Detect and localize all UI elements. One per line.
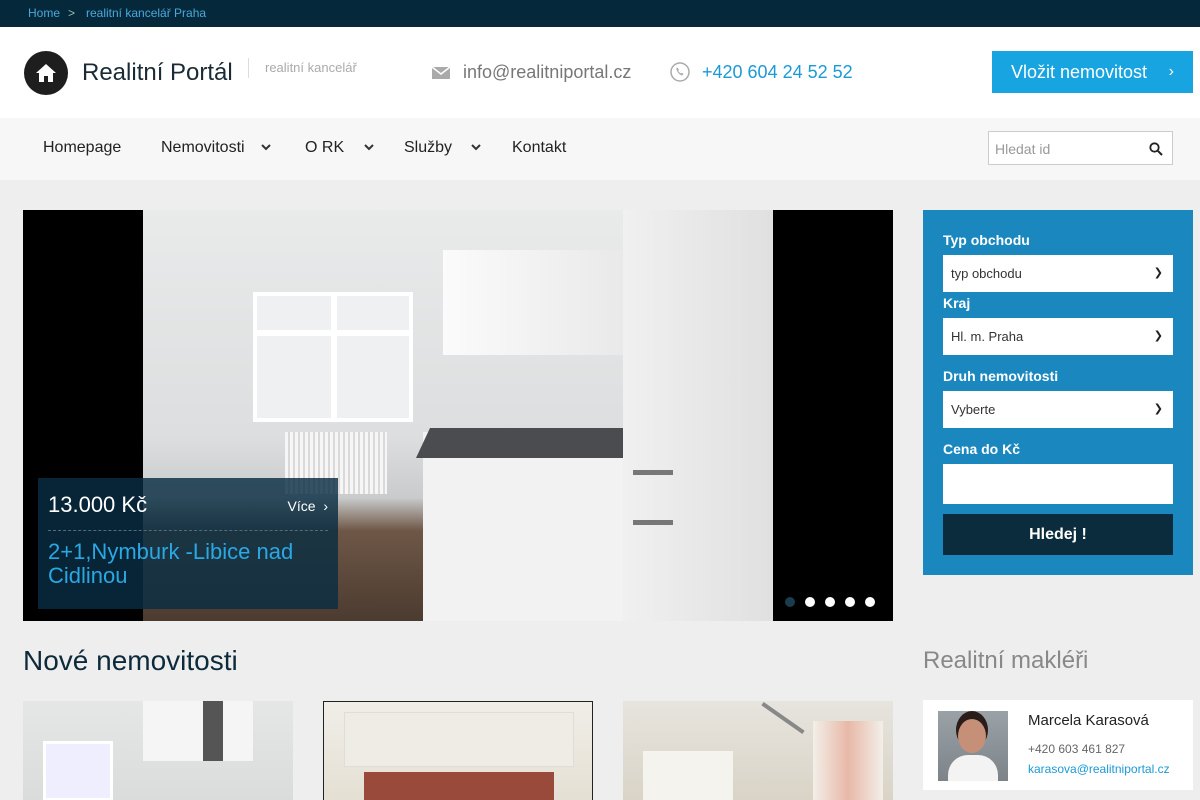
site-header: Realitní Portál realitní kancelář info@r… xyxy=(0,27,1200,118)
business-type-label: Typ obchodu xyxy=(943,232,1030,248)
phone-icon xyxy=(670,62,690,82)
breadcrumb-current-link[interactable]: realitní kancelář Praha xyxy=(86,6,206,20)
nav-item-o-rk[interactable]: O RK xyxy=(305,139,344,157)
brand-tagline: realitní kancelář xyxy=(265,60,357,75)
chevron-down-icon[interactable] xyxy=(364,143,374,151)
agent-avatar[interactable] xyxy=(938,711,1008,781)
max-price-label: Cena do Kč xyxy=(943,441,1021,457)
photo-tall-cabinet xyxy=(623,210,773,621)
nav-item-nemovitosti[interactable]: Nemovitosti xyxy=(161,139,245,157)
max-price-input[interactable] xyxy=(943,464,1173,504)
agent-name[interactable]: Marcela Karasová xyxy=(1028,712,1149,729)
chevron-down-icon[interactable] xyxy=(261,143,271,151)
home-logo-icon[interactable] xyxy=(24,51,68,95)
nav-item-homepage[interactable]: Homepage xyxy=(43,139,121,157)
agent-card: Marcela Karasová +420 603 461 827 karaso… xyxy=(923,700,1193,790)
agent-email-link[interactable]: karasova@realitniportal.cz xyxy=(1028,762,1170,776)
chevron-down-icon[interactable] xyxy=(471,143,481,151)
agent-phone: +420 603 461 827 xyxy=(1028,742,1126,756)
breadcrumb-separator: > xyxy=(68,6,76,20)
envelope-icon xyxy=(432,67,450,79)
slide-more-link[interactable]: Více › xyxy=(288,498,328,514)
search-icon[interactable] xyxy=(1149,142,1163,156)
slider-dot-3[interactable] xyxy=(825,597,835,607)
photo-window xyxy=(253,292,413,422)
contact-email-link[interactable]: info@realitniportal.cz xyxy=(463,62,631,83)
slider-dot-5[interactable] xyxy=(865,597,875,607)
search-filter-panel: Typ obchodu typ obchodu ❯ Kraj Hl. m. Pr… xyxy=(923,210,1193,575)
breadcrumb-bar: Home > realitní kancelář Praha xyxy=(0,0,1200,27)
main-nav: Homepage Nemovitosti O RK Služby Kontakt xyxy=(0,118,1200,180)
slider-dot-4[interactable] xyxy=(845,597,855,607)
id-search-input[interactable] xyxy=(995,139,1145,159)
slider-dots xyxy=(785,597,875,607)
add-property-button[interactable]: Vložit nemovitost › xyxy=(992,51,1193,93)
caption-divider xyxy=(48,530,328,531)
listing-card-1[interactable] xyxy=(23,701,293,800)
property-kind-value: Vyberte xyxy=(951,402,996,417)
contact-phone-link[interactable]: +420 604 24 52 52 xyxy=(702,62,853,83)
hero-slider[interactable]: 13.000 Kč Více › 2+1,Nymburk -Libice nad… xyxy=(23,210,893,621)
add-property-label: Vložit nemovitost xyxy=(1011,62,1148,82)
property-kind-select[interactable]: Vyberte ❯ xyxy=(943,391,1173,428)
listing-card-2[interactable] xyxy=(323,701,593,800)
nav-item-sluzby[interactable]: Služby xyxy=(404,139,452,157)
slide-title-link[interactable]: 2+1,Nymburk -Libice nad Cidlinou xyxy=(48,540,333,588)
chevron-down-icon: ❯ xyxy=(1153,267,1163,279)
agents-title: Realitní makléři xyxy=(923,647,1089,674)
search-submit-button[interactable]: Hledej ! xyxy=(943,514,1173,555)
listing-card-3[interactable] xyxy=(623,701,893,800)
region-select[interactable]: Hl. m. Praha ❯ xyxy=(943,318,1173,355)
id-search-box xyxy=(988,131,1173,165)
brand-divider xyxy=(248,58,249,78)
slide-more-label: Více xyxy=(287,498,316,514)
brand-name[interactable]: Realitní Portál xyxy=(82,59,233,87)
breadcrumb-home-link[interactable]: Home xyxy=(28,6,60,20)
slide-price: 13.000 Kč xyxy=(48,492,148,517)
business-type-select[interactable]: typ obchodu ❯ xyxy=(943,255,1173,292)
chevron-right-icon: › xyxy=(1168,63,1174,80)
new-listings-title: Nové nemovitosti xyxy=(23,645,238,676)
photo-upper-cabinets xyxy=(443,250,623,355)
slider-dot-1[interactable] xyxy=(785,597,795,607)
region-value: Hl. m. Praha xyxy=(951,329,1024,344)
slider-dot-2[interactable] xyxy=(805,597,815,607)
chevron-down-icon: ❯ xyxy=(1153,330,1163,342)
slide-caption: 13.000 Kč Více › 2+1,Nymburk -Libice nad… xyxy=(38,478,338,609)
chevron-down-icon: ❯ xyxy=(1153,403,1163,415)
business-type-value: typ obchodu xyxy=(951,266,1022,281)
region-label: Kraj xyxy=(943,295,971,311)
chevron-right-icon: › xyxy=(319,498,328,514)
property-kind-label: Druh nemovitosti xyxy=(943,368,1059,384)
nav-item-kontakt[interactable]: Kontakt xyxy=(512,139,566,157)
